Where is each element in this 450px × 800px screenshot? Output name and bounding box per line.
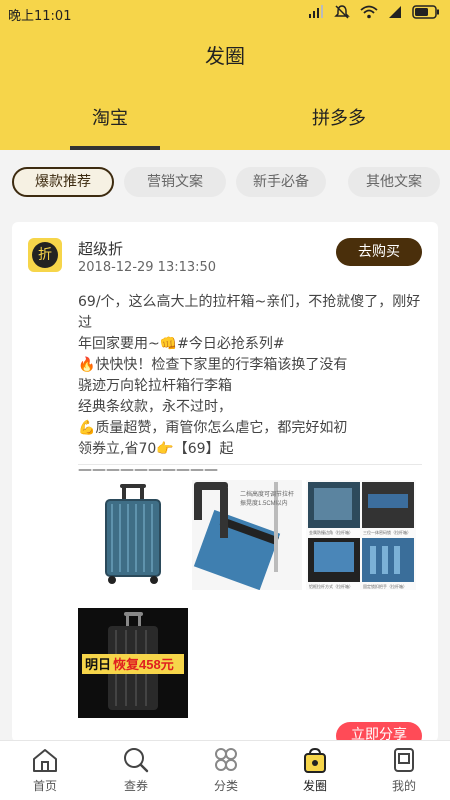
home-icon [33,749,57,772]
profile-icon [394,748,414,772]
svg-text:明日: 明日 [85,657,111,672]
page-title: 发圈 [205,44,245,68]
suitcase-handle-detail-photo[interactable]: 二档高度可调节拉杆 振晃度1.5CM以内 [192,480,302,590]
filter-newbie[interactable]: 新手必备 [236,167,326,197]
signal-icon [309,5,323,18]
black-suitcase-promo-photo[interactable]: 明日 恢复458元 [78,608,188,718]
post-line: 领券立,省70👉【69】起 [78,441,234,457]
status-icons [308,4,440,20]
bottom-nav: 首页 查券 分类 发圈 我的 [0,740,450,800]
svg-text:三位一体密码锁（拉杆箱）: 三位一体密码锁（拉杆箱） [363,529,411,535]
nav-category-label: 分类 [213,779,238,793]
post-line: 经典条纹款，永不过时， [78,399,232,415]
filter-bar: 爆款推荐 营销文案 新手必备 其他文案 [0,167,450,201]
divider [78,464,422,465]
nav-home[interactable]: 首页 [15,747,75,794]
post-line: 骁迹万向轮拉杆箱行李箱 [78,378,232,394]
battery-icon [412,5,439,19]
filter-hot[interactable]: 爆款推荐 [12,167,114,197]
svg-text:二档高度可调节拉杆: 二档高度可调节拉杆 [240,490,294,498]
post-line: 69/个，这么高大上的拉杆箱~亲们，不抢就傻了，刚好过 [78,294,421,331]
filter-other-copy[interactable]: 其他文案 [348,167,440,197]
post-line: 年回家要用~👊#今日必抢系列# [78,336,285,352]
post-line: 💪质量超赞，甭管你怎么虐它，都完好如初 [78,420,348,436]
author-avatar: 折 [28,238,62,272]
post-line: 🔥快快快！检查下家里的行李箱该换了没有 [78,357,348,373]
share-bag-icon [304,747,326,773]
post-date: 2018-12-29 13:13:50 [78,260,217,275]
tab-taobao[interactable]: 淘宝 [92,104,128,130]
category-icon [215,748,237,771]
wifi-icon [360,5,378,19]
svg-text:金属防撞边角（拉杆箱）: 金属防撞边角（拉杆箱） [309,529,353,535]
svg-text:恢复458元: 恢复458元 [113,657,174,672]
nav-category[interactable]: 分类 [196,747,256,794]
post-card: 折 超级折 2018-12-29 13:13:50 去购买 69/个，这么高大上… [12,222,438,742]
suitcase-features-collage[interactable]: 金属防撞边角（拉杆箱） 三位一体密码锁（拉杆箱） 铝框拉杆方式（拉杆箱） 固定锁… [306,480,416,590]
header-background: 晚上11:01 发圈 淘宝 拼多多 [0,0,450,150]
blue-suitcase-photo[interactable] [78,480,188,590]
svg-text:振晃度1.5CM以内: 振晃度1.5CM以内 [240,499,288,507]
avatar-logo: 折 [32,242,58,268]
tab-pinduoduo[interactable]: 拼多多 [312,104,366,130]
nav-search-label: 查券 [123,779,148,793]
search-icon [124,748,149,773]
status-bar: 晚上11:01 [0,0,450,26]
buy-button[interactable]: 去购买 [336,238,422,266]
nav-home-label: 首页 [32,779,57,793]
share-button[interactable]: 立即分享 [336,722,422,742]
filter-marketing-copy[interactable]: 营销文案 [124,167,226,197]
svg-text:铝框拉杆方式（拉杆箱）: 铝框拉杆方式（拉杆箱） [309,583,353,589]
mute-icon [334,5,350,19]
nav-profile-label: 我的 [391,779,416,793]
status-time: 晚上11:01 [8,9,72,24]
active-tab-indicator [70,146,160,150]
nav-profile[interactable]: 我的 [374,747,434,794]
nav-search-coupon[interactable]: 查券 [106,747,166,794]
nav-share-circle[interactable]: 发圈 [285,747,345,794]
post-text: 69/个，这么高大上的拉杆箱~亲们，不抢就傻了，刚好过 年回家要用~👊#今日必抢… [78,292,424,481]
svg-text:固定锁扣把手（拉杆箱）: 固定锁扣把手（拉杆箱） [363,583,407,589]
author-name: 超级折 [78,240,124,258]
signal-icon-2 [389,6,401,18]
nav-share-label: 发圈 [302,779,327,793]
